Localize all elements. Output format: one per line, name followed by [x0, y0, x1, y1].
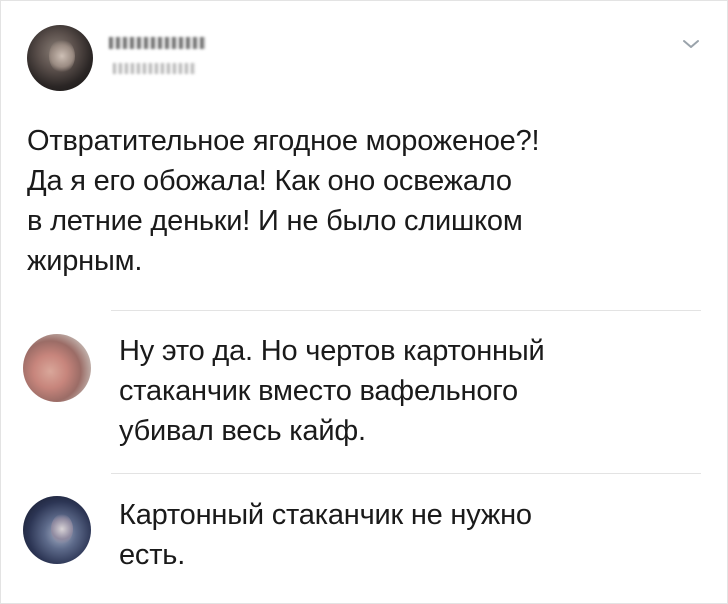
divider — [111, 310, 701, 311]
author-handle-blurred — [113, 63, 195, 74]
chevron-down-icon[interactable] — [681, 37, 701, 51]
reply-avatar[interactable] — [23, 334, 91, 402]
reply-text: Картонный стаканчик не нужно есть. — [119, 499, 532, 571]
divider — [111, 473, 701, 474]
reply-avatar[interactable] — [23, 496, 91, 564]
post-text: Отвратительное ягодное мороженое?! Да я … — [27, 125, 540, 277]
author-avatar[interactable] — [27, 25, 93, 91]
reply-text: Ну это да. Но чертов картонный стаканчик… — [119, 335, 545, 447]
post-card: Отвратительное ягодное мороженое?! Да я … — [0, 0, 728, 604]
author-name-blurred — [109, 37, 205, 49]
